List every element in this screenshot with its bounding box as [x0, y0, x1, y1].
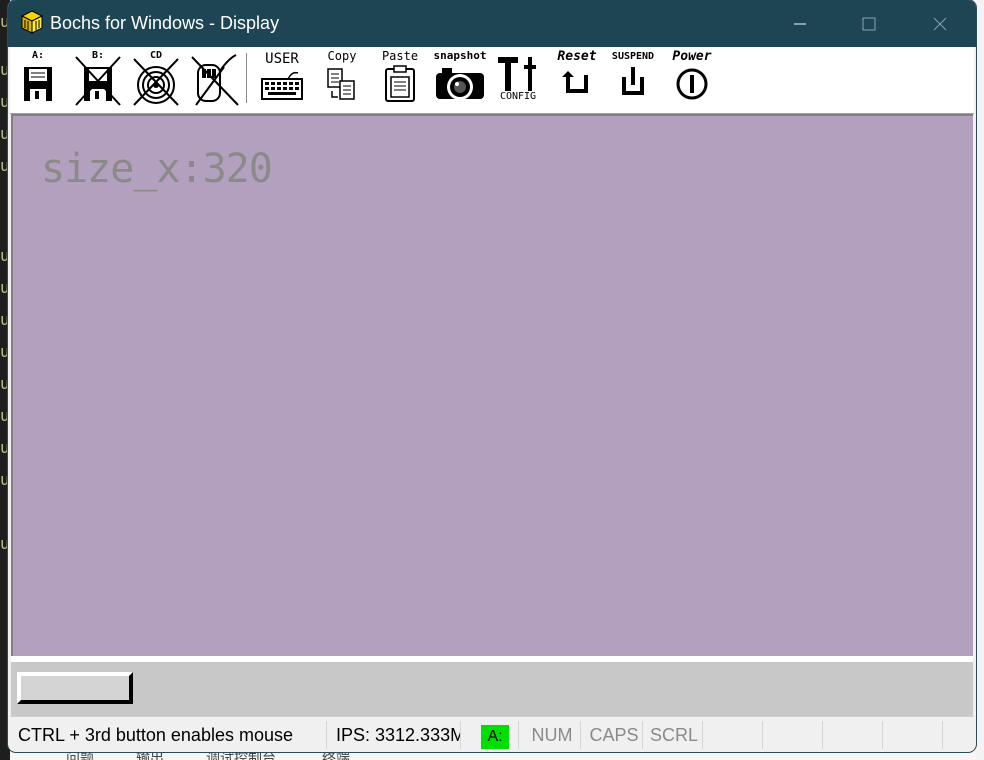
toolbar-separator [246, 53, 247, 103]
minimize-icon [794, 23, 806, 24]
status-message: CTRL + 3rd button enables mouse [18, 721, 327, 749]
bochs-window: Bochs for Windows - Display A: B: CD USE… [8, 0, 976, 752]
status-ips: IPS: 3312.333M [336, 721, 461, 749]
mouse-toggle-button[interactable] [188, 51, 242, 107]
title-bar[interactable]: Bochs for Windows - Display [8, 0, 976, 47]
user-label: USER [265, 51, 299, 67]
status-empty-cell [706, 721, 763, 749]
status-bar: CTRL + 3rd button enables mouse IPS: 331… [10, 716, 974, 751]
display-scroll-area[interactable] [11, 656, 973, 716]
scroll-lock-indicator: SCRL [646, 721, 703, 749]
close-icon [933, 17, 947, 30]
floppy-b-label: B: [91, 50, 105, 61]
floppy-b-button[interactable]: B: [74, 50, 122, 107]
cdrom-button[interactable]: CD [132, 50, 180, 107]
maximize-icon [862, 17, 876, 30]
copy-button[interactable]: Copy [322, 49, 362, 107]
user-button[interactable]: USER [258, 51, 306, 107]
status-empty-cell [766, 721, 823, 749]
emulator-display[interactable]: size_x:320 [11, 114, 973, 656]
copy-label: Copy [327, 49, 357, 63]
background-window-edge [976, 0, 984, 760]
power-button[interactable]: Power [666, 49, 718, 107]
paste-button[interactable]: Paste [380, 49, 420, 107]
snapshot-label: snapshot [433, 49, 487, 62]
paste-label: Paste [381, 49, 419, 63]
config-label: CONFIG [499, 91, 537, 102]
num-lock-indicator: NUM [524, 721, 581, 749]
maximize-button[interactable] [835, 0, 903, 47]
status-empty-cell [826, 721, 883, 749]
cdrom-label: CD [149, 50, 163, 61]
caps-lock-indicator: CAPS [586, 721, 643, 749]
toolbar: A: B: CD USER Copy Paste snapshot CONFIG… [10, 47, 974, 114]
close-button[interactable] [906, 0, 974, 47]
drive-a-led-label: A: [481, 725, 509, 749]
floppy-a-button[interactable]: A: [18, 50, 58, 107]
suspend-label: SUSPEND [611, 51, 655, 62]
reset-label: Reset [557, 49, 597, 64]
status-empty-cell [886, 721, 943, 749]
scroll-thumb[interactable] [17, 672, 133, 704]
power-label: Power [672, 49, 712, 64]
config-button[interactable]: CONFIG [494, 51, 542, 107]
screen-output-text: size_x:320 [41, 146, 273, 192]
reset-button[interactable]: Reset [552, 49, 602, 107]
snapshot-button[interactable]: snapshot [432, 49, 488, 107]
drive-a-led: A: [472, 721, 519, 749]
bochs-app-icon [20, 10, 44, 34]
mouse-disabled-icon [191, 54, 239, 106]
minimize-button[interactable] [766, 0, 834, 47]
suspend-button[interactable]: SUSPEND [608, 51, 658, 107]
floppy-a-label: A: [31, 50, 45, 61]
window-title: Bochs for Windows - Display [50, 13, 280, 33]
